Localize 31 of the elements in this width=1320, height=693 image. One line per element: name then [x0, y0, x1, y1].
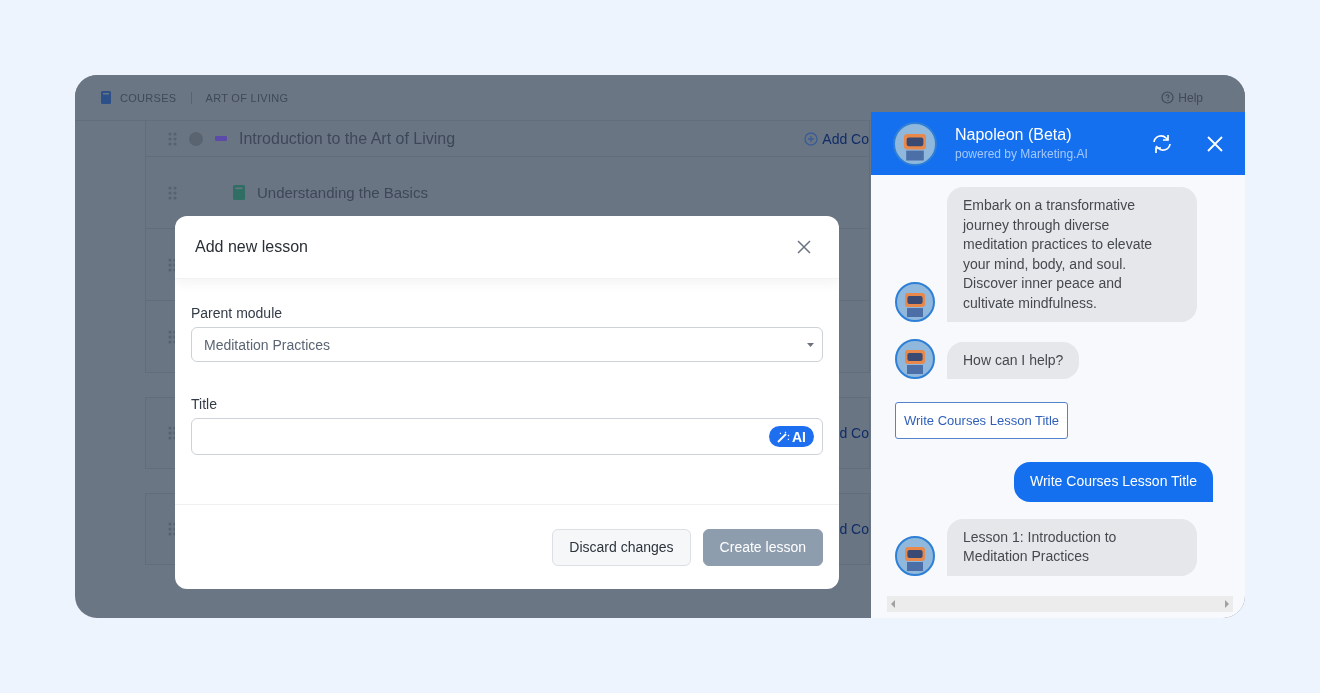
- chat-title: Napoleon (Beta): [955, 126, 1073, 144]
- title-input[interactable]: AI: [191, 418, 823, 455]
- chat-subtitle: powered by Marketing.AI: [955, 147, 1089, 161]
- bot-message: Lesson 1: Introduction to Meditation Practices: [947, 518, 1197, 576]
- robot-avatar-icon: [893, 121, 937, 166]
- close-icon: [1207, 135, 1223, 152]
- plus-circle-icon: [804, 131, 819, 146]
- help-icon: [1161, 91, 1175, 104]
- discard-button[interactable]: Discard changes: [552, 528, 691, 566]
- field-label: Parent module: [191, 305, 284, 321]
- book-icon: [100, 91, 112, 104]
- user-message: Write Courses Lesson Title: [1013, 462, 1213, 502]
- module-marker-icon: [215, 134, 227, 143]
- close-icon: [797, 240, 811, 254]
- robot-avatar-icon: [895, 282, 935, 322]
- ai-button[interactable]: AI: [769, 426, 814, 447]
- module-select[interactable]: Meditation Practices: [191, 327, 823, 362]
- caret-icon: [807, 342, 814, 347]
- robot-avatar-icon: [895, 535, 935, 576]
- add-content-link[interactable]: d Co: [839, 425, 869, 441]
- magic-wand-icon: [777, 430, 790, 443]
- add-content-link[interactable]: Add Co: [804, 130, 869, 147]
- bot-message: How can I help?: [947, 341, 1080, 379]
- dialog-title: Add new lesson: [195, 238, 309, 256]
- field-label: Title: [191, 396, 218, 412]
- add-content-link[interactable]: d Co: [839, 521, 869, 537]
- book-icon: [233, 185, 245, 200]
- bot-message: Embark on a transformative journey through diverse meditation practices to elevate your mind, body, and soul. Discover inner peace and cultivate mindfulness.: [947, 187, 1197, 322]
- suggestion-button[interactable]: Write Courses Lesson Title: [895, 402, 1069, 439]
- robot-avatar-icon: [895, 339, 935, 379]
- refresh-icon: [1151, 132, 1173, 155]
